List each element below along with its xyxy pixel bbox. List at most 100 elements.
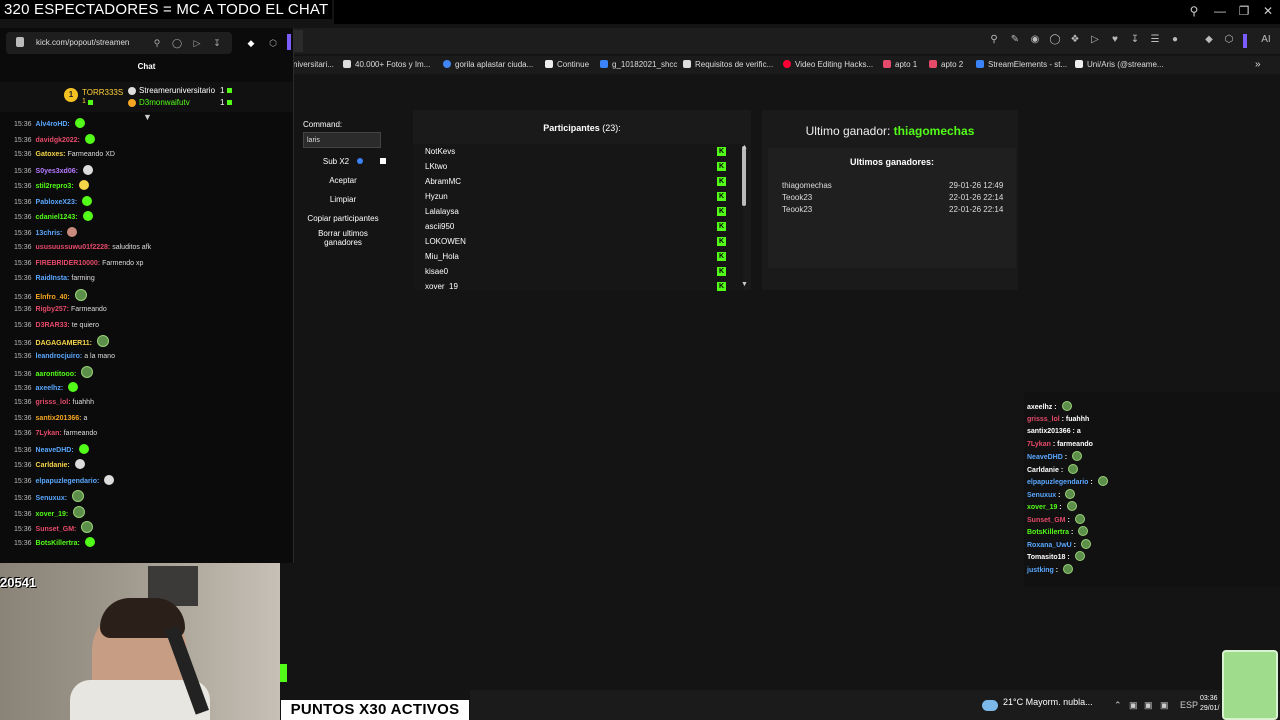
profile-icon[interactable]: ● (1169, 34, 1181, 46)
extension-diamond-icon[interactable]: ◆ (1203, 34, 1215, 46)
bookmark-item[interactable]: apto 1 (883, 56, 917, 74)
chat-message[interactable]: 15:36 leandrocjuiro: a la mano (14, 351, 115, 363)
message-username[interactable]: BotsKillertra: (36, 540, 80, 547)
heart-icon[interactable]: ♥ (1109, 34, 1121, 46)
play-icon[interactable]: ▷ (1089, 34, 1101, 46)
top-gifter-name[interactable]: TORR333S (82, 88, 123, 97)
participant-row[interactable]: NotKevs (425, 144, 455, 159)
command-input[interactable]: laris (303, 132, 381, 148)
ai-icon[interactable]: AI (1256, 34, 1276, 46)
bookmarks-more-icon[interactable]: » (1255, 56, 1261, 74)
chat-message[interactable]: 15:36 Alv4roHD: (14, 118, 85, 130)
chat-message[interactable]: 15:36 Carldanie: (14, 459, 85, 471)
bookmark-item[interactable]: Requisitos de verific... (683, 56, 773, 74)
cube-icon[interactable]: ⬡ (268, 38, 278, 48)
bookmark-item[interactable]: apto 2 (929, 56, 963, 74)
message-username[interactable]: elpapuzlegendario: (36, 478, 100, 485)
tray-app-icon[interactable]: ▣ (1144, 700, 1153, 711)
chat-message[interactable]: 15:36 13chris: (14, 226, 78, 239)
participant-row[interactable]: LOKOWEN (425, 234, 466, 249)
message-username[interactable]: cdaniel1243: (36, 214, 78, 221)
chat-message[interactable]: 15:36 7Lykan: farmeando (14, 428, 97, 440)
message-username[interactable]: Gatoxes: (36, 151, 66, 158)
chat-message[interactable]: 15:36 RaidInsta: farming (14, 273, 95, 285)
shield-icon[interactable]: ◯ (172, 38, 182, 48)
taskbar-clock[interactable]: 03:36 29/01/ (1200, 694, 1219, 714)
chat-message[interactable]: 15:36 Senuxux: (14, 490, 85, 502)
delete-winners-button[interactable]: Borrar ultimos ganadores (303, 229, 383, 251)
scroll-up-icon[interactable]: ▲ (741, 144, 748, 151)
chat-message[interactable]: 15:36 stil2repro3: (14, 180, 89, 192)
bookmark-item[interactable]: Uni/Aris (@streame... (1075, 56, 1164, 74)
message-username[interactable]: PabloxeX23: (36, 199, 78, 206)
chat-message[interactable]: 15:36 santix201366: a (14, 413, 87, 425)
message-username[interactable]: leandrocjuiro: (36, 353, 83, 360)
camera-icon[interactable]: ◉ (1029, 34, 1041, 46)
popout-url[interactable]: kick.com/popout/streamen (36, 38, 129, 47)
chat-message[interactable]: 15:36 NeaveDHD: (14, 443, 89, 456)
message-username[interactable]: 7Lykan: (36, 430, 62, 437)
chat-message[interactable]: 15:36 Rigby257: Farmeando (14, 304, 107, 316)
vpn-icon[interactable]: ❖ (1069, 34, 1081, 46)
message-username[interactable]: D3RAR33: (36, 322, 70, 329)
participant-row[interactable]: xover_19 (425, 279, 458, 290)
chat-message[interactable]: 15:36 S0yes3xd06: (14, 164, 93, 177)
chat-message[interactable]: 15:36 aarontitooo: (14, 366, 94, 378)
sidebar-toggle-icon[interactable] (287, 34, 291, 50)
participant-row[interactable]: kisae0 (425, 264, 448, 279)
chat-messages[interactable]: 15:36 Alv4roHD: 15:36 davidgk2022: 15:36 Gato… (0, 118, 290, 563)
search-icon[interactable]: ⚲ (152, 38, 162, 48)
message-username[interactable]: ususuussuwu01f2228: (36, 244, 111, 251)
sub-x2-checkbox[interactable] (380, 158, 386, 164)
bookmark-item[interactable]: Continue (545, 56, 589, 74)
bookmark-item[interactable]: Video Editing Hacks... (783, 56, 873, 74)
chat-message[interactable]: 15:36 D3RAR33: te quiero (14, 320, 99, 332)
message-username[interactable]: xover_19: (36, 511, 69, 518)
chat-message[interactable]: 15:36 BotsKillertra: (14, 536, 95, 549)
participants-scrollbar[interactable] (742, 146, 746, 206)
message-username[interactable]: axeelhz: (36, 385, 64, 392)
chat-message[interactable]: 15:36 grisss_lol: fuahhh (14, 397, 94, 409)
weather-icon[interactable] (982, 700, 998, 711)
bookmark-item[interactable]: gorila aplastar ciuda... (443, 56, 533, 74)
sidebar-toggle-icon[interactable] (1243, 34, 1247, 48)
tray-app-icon[interactable]: ▣ (1129, 700, 1138, 711)
copy-participants-button[interactable]: Copiar participantes (303, 211, 383, 227)
address-bar-edge[interactable] (293, 30, 303, 52)
message-username[interactable]: FIREBRIDER10000: (36, 260, 101, 267)
chat-message[interactable]: 15:36 PabloxeX23: (14, 195, 93, 208)
message-username[interactable]: RaidInsta: (36, 275, 70, 282)
sub-x2-toggle[interactable]: Sub X2 (303, 154, 383, 170)
minimize-icon[interactable]: — (1210, 4, 1230, 20)
extension-diamond-icon[interactable]: ◆ (246, 38, 256, 48)
edit-icon[interactable]: ✎ (1009, 34, 1021, 46)
message-username[interactable]: grisss_lol: (36, 399, 71, 406)
scroll-down-icon[interactable]: ▼ (741, 281, 748, 288)
clear-button[interactable]: Limpiar (303, 192, 383, 208)
tray-chevron-icon[interactable]: ⌃ (1114, 700, 1122, 711)
close-icon[interactable]: ✕ (1258, 4, 1278, 20)
message-username[interactable]: Carldanie: (36, 462, 70, 469)
participant-row[interactable]: AbramMC (425, 174, 461, 189)
message-username[interactable]: Alv4roHD: (36, 121, 70, 128)
tray-app-icon[interactable]: ▣ (1160, 700, 1169, 711)
participant-row[interactable]: Lalalaysa (425, 204, 459, 219)
site-info-icon[interactable] (16, 37, 24, 47)
bookmark-item[interactable]: niversitari... (293, 56, 334, 74)
play-icon[interactable]: ▷ (192, 38, 202, 48)
message-username[interactable]: aarontitooo: (36, 371, 77, 378)
chat-message[interactable]: 15:36 davidgk2022: (14, 133, 95, 146)
restore-icon[interactable]: ❐ (1234, 4, 1254, 20)
chat-message[interactable]: 15:36 axeelhz: (14, 381, 79, 394)
participants-list[interactable]: NotKevs LKtwo AbramMC Hyzun Lalalaysa ascii95… (413, 144, 743, 290)
shield-icon[interactable]: ◯ (1049, 34, 1061, 46)
chat-message[interactable]: 15:36 cdaniel1243: (14, 211, 93, 223)
language-indicator[interactable]: ESP (1180, 700, 1198, 710)
gifter-name[interactable]: Streameruniversitario (139, 86, 215, 95)
message-username[interactable]: santix201366: (36, 415, 82, 422)
participant-row[interactable]: Hyzun (425, 189, 448, 204)
chat-message[interactable]: 15:36 Sunset_GM: (14, 521, 94, 533)
bookmark-item[interactable]: g_10182021_shcc (600, 56, 677, 74)
chat-message[interactable]: 15:36 xover_19: (14, 505, 86, 518)
chat-message[interactable]: 15:36 DAGAGAMER11: (14, 335, 109, 347)
